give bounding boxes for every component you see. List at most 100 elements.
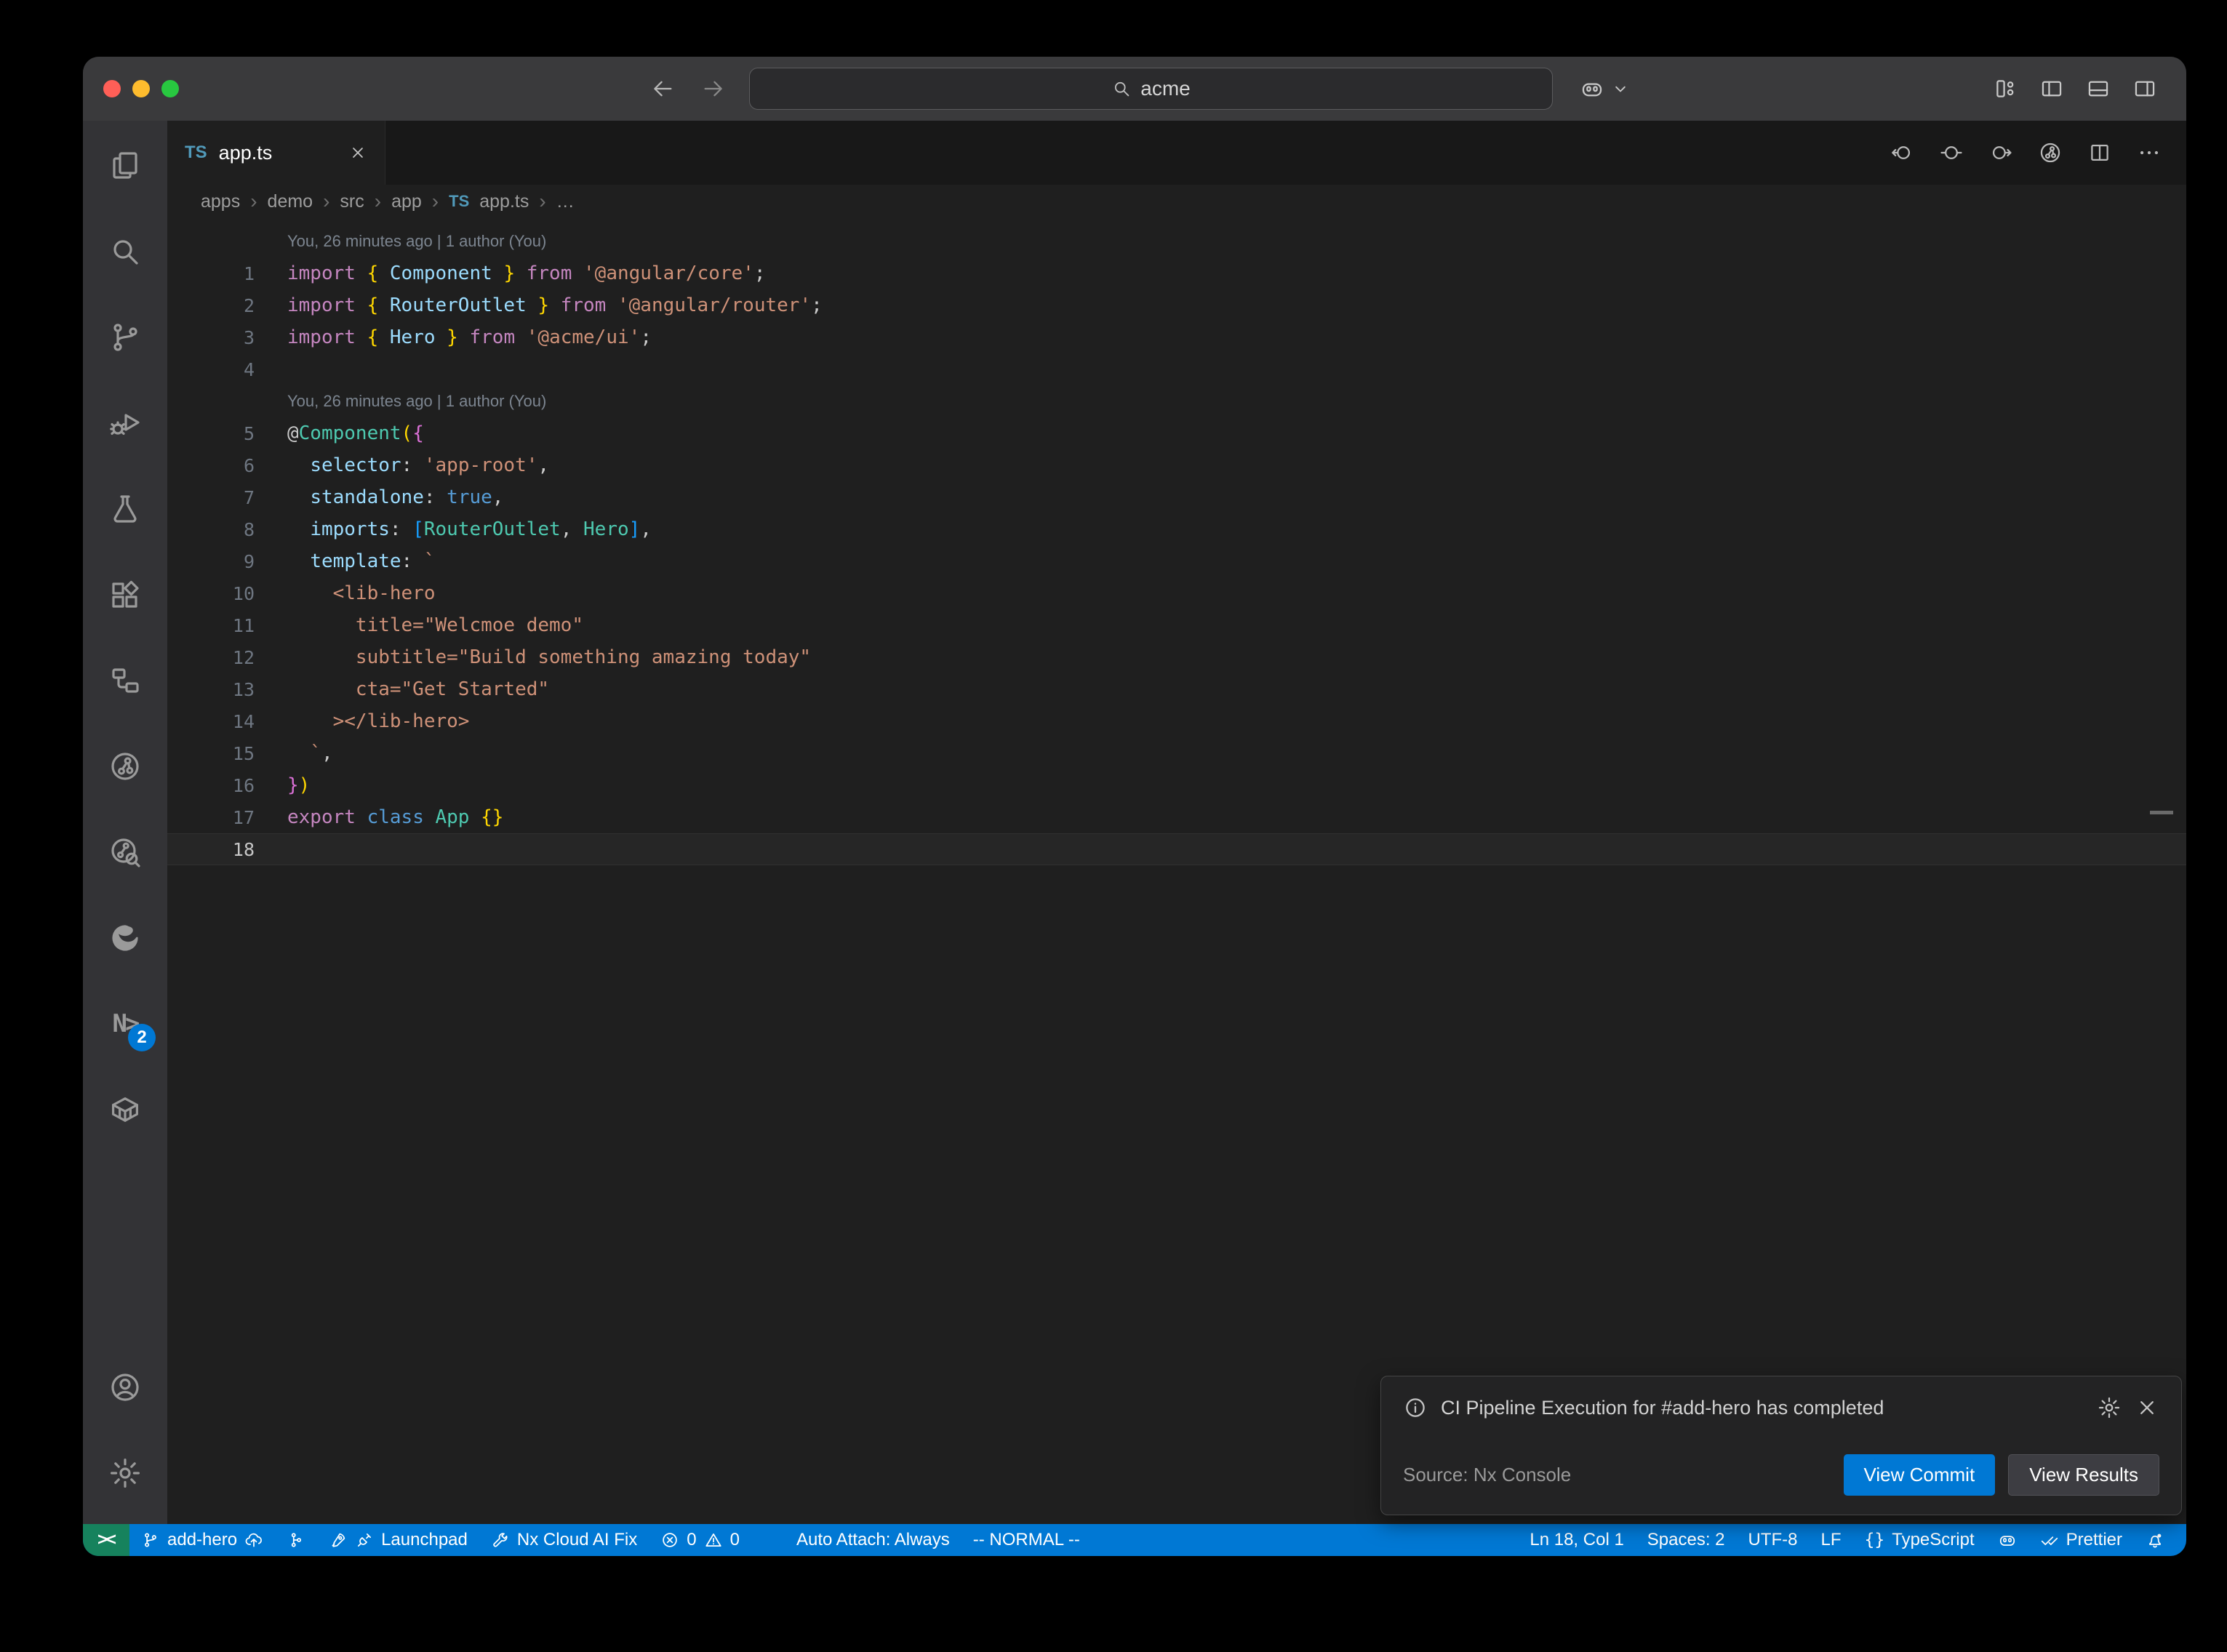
activity-item-extensions[interactable] (90, 560, 160, 630)
breadcrumb-item[interactable]: apps (201, 191, 240, 212)
status-language-mode[interactable]: {}TypeScript (1853, 1524, 1986, 1556)
activity-item-run-debug[interactable] (90, 388, 160, 458)
line-number: 14 (167, 711, 255, 732)
code-line-6[interactable]: 6 selector: 'app-root', (167, 449, 2186, 481)
code-text: imports: [RouterOutlet, Hero], (287, 518, 652, 540)
gitlens-blame-annotation[interactable]: You, 26 minutes ago | 1 author (You) (167, 225, 2186, 257)
code-line-9[interactable]: 9 template: ` (167, 545, 2186, 577)
typescript-file-icon: TS (449, 192, 469, 211)
status-cursor-position[interactable]: Ln 18, Col 1 (1518, 1524, 1635, 1556)
code-line-15[interactable]: 15 `, (167, 737, 2186, 769)
back-icon[interactable] (650, 76, 675, 101)
layout-sidebar-right-icon[interactable] (2132, 76, 2157, 101)
code-line-17[interactable]: 17export class App {} (167, 801, 2186, 833)
activity-item-settings[interactable] (90, 1438, 160, 1508)
activity-bar: N>2 (83, 121, 167, 1524)
code-line-13[interactable]: 13 cta="Get Started" (167, 673, 2186, 705)
notification-toast: CI Pipeline Execution for #add-hero has … (1380, 1376, 2182, 1515)
code-line-7[interactable]: 7 standalone: true, (167, 481, 2186, 513)
code-line-10[interactable]: 10 <lib-hero (167, 577, 2186, 609)
customize-layout-icon[interactable] (1993, 76, 2018, 101)
bell-dot-icon (2146, 1531, 2164, 1549)
activity-item-testing[interactable] (90, 474, 160, 544)
status-nx-cloud-ai-fix[interactable]: Nx Cloud AI Fix (479, 1524, 649, 1556)
status-prettier[interactable]: Prettier (2028, 1524, 2134, 1556)
breadcrumb-file[interactable]: app.ts (479, 191, 529, 212)
status-copilot-status[interactable] (1986, 1524, 2028, 1556)
status-encoding[interactable]: UTF-8 (1737, 1524, 1810, 1556)
code-line-8[interactable]: 8 imports: [RouterOutlet, Hero], (167, 513, 2186, 545)
activity-item-accounts[interactable] (90, 1352, 160, 1422)
testing-icon (108, 492, 143, 526)
close-window-button[interactable] (103, 80, 121, 97)
notification-source: Source: Nx Console (1403, 1464, 1571, 1486)
activity-item-search[interactable] (90, 217, 160, 286)
breadcrumb-item[interactable]: demo (268, 191, 313, 212)
cloud-upload-icon (244, 1531, 263, 1549)
view-results-button[interactable]: View Results (2008, 1454, 2159, 1496)
code-line-14[interactable]: 14 ></lib-hero> (167, 705, 2186, 737)
status-git-graph[interactable] (275, 1524, 317, 1556)
status-branch-add-hero[interactable]: add-hero (129, 1524, 275, 1556)
commit-graph-icon[interactable] (2038, 140, 2063, 165)
code-text: ></lib-hero> (287, 710, 469, 732)
minimize-window-button[interactable] (132, 80, 150, 97)
tab-app-ts[interactable]: TS app.ts (167, 121, 385, 185)
nav-forward-circle-icon[interactable] (1988, 140, 2013, 165)
tab-label: app.ts (219, 142, 273, 164)
status-notifications-bell[interactable] (2134, 1524, 2176, 1556)
activity-item-graph-search[interactable] (90, 817, 160, 887)
close-tab-icon[interactable] (348, 143, 367, 162)
activity-item-nx-console[interactable]: N>2 (90, 989, 160, 1059)
status-indentation[interactable]: Spaces: 2 (1636, 1524, 1737, 1556)
console-swirl-icon (108, 921, 143, 955)
code-line-2[interactable]: 2import { RouterOutlet } from '@angular/… (167, 289, 2186, 321)
layout-sidebar-left-icon[interactable] (2039, 76, 2064, 101)
code-line-11[interactable]: 11 title="Welcmoe demo" (167, 609, 2186, 641)
status-launchpad[interactable]: Launchpad (317, 1524, 479, 1556)
line-number: 16 (167, 775, 255, 796)
code-line-1[interactable]: 1import { Component } from '@angular/cor… (167, 257, 2186, 289)
activity-item-references[interactable] (90, 646, 160, 715)
view-commit-button[interactable]: View Commit (1844, 1454, 1996, 1496)
forward-icon[interactable] (701, 76, 726, 101)
code-editor[interactable]: You, 26 minutes ago | 1 author (You)1imp… (167, 218, 2186, 1524)
notification-close-icon[interactable] (2135, 1395, 2159, 1420)
code-line-3[interactable]: 3import { Hero } from '@acme/ui'; (167, 321, 2186, 353)
command-center-search[interactable]: acme (749, 68, 1553, 110)
layout-panel-icon[interactable] (2086, 76, 2111, 101)
code-text: `, (287, 742, 333, 764)
notification-settings-icon[interactable] (2097, 1395, 2122, 1420)
zoom-window-button[interactable] (161, 80, 179, 97)
nav-circle-icon[interactable] (1939, 140, 1964, 165)
split-editor-icon[interactable] (2087, 140, 2112, 165)
status-vim-mode[interactable]: -- NORMAL -- (961, 1524, 1092, 1556)
activity-item-source-control[interactable] (90, 302, 160, 372)
code-line-4[interactable]: 4 (167, 353, 2186, 385)
code-line-16[interactable]: 16}) (167, 769, 2186, 801)
activity-item-console-swirl[interactable] (90, 903, 160, 973)
breadcrumb-item[interactable]: src (340, 191, 364, 212)
container-icon (108, 1092, 143, 1127)
status-auto-attach[interactable]: Auto Attach: Always (785, 1524, 961, 1556)
nav-back-circle-icon[interactable] (1890, 140, 1914, 165)
line-number: 18 (167, 839, 255, 860)
activity-item-commit-graph[interactable] (90, 731, 160, 801)
breadcrumb-separator-icon: › (323, 190, 329, 213)
activity-item-explorer[interactable] (90, 131, 160, 201)
ellipsis-icon[interactable] (2137, 140, 2162, 165)
breadcrumb-symbol-tail[interactable]: … (556, 191, 575, 212)
code-text: subtitle="Build something amazing today" (287, 646, 811, 668)
code-text: @Component({ (287, 422, 424, 444)
code-line-12[interactable]: 12 subtitle="Build something amazing tod… (167, 641, 2186, 673)
status-eol[interactable]: LF (1810, 1524, 1853, 1556)
copilot-menu[interactable] (1580, 76, 1631, 101)
code-line-18[interactable]: 18 (167, 833, 2186, 865)
status-label: 0 (687, 1530, 696, 1550)
activity-item-container[interactable] (90, 1075, 160, 1144)
breadcrumb-item[interactable]: app (391, 191, 422, 212)
gitlens-blame-annotation[interactable]: You, 26 minutes ago | 1 author (You) (167, 385, 2186, 417)
remote-indicator[interactable]: >< (83, 1524, 129, 1556)
status-problems[interactable]: 00 (649, 1524, 751, 1556)
code-line-5[interactable]: 5@Component({ (167, 417, 2186, 449)
